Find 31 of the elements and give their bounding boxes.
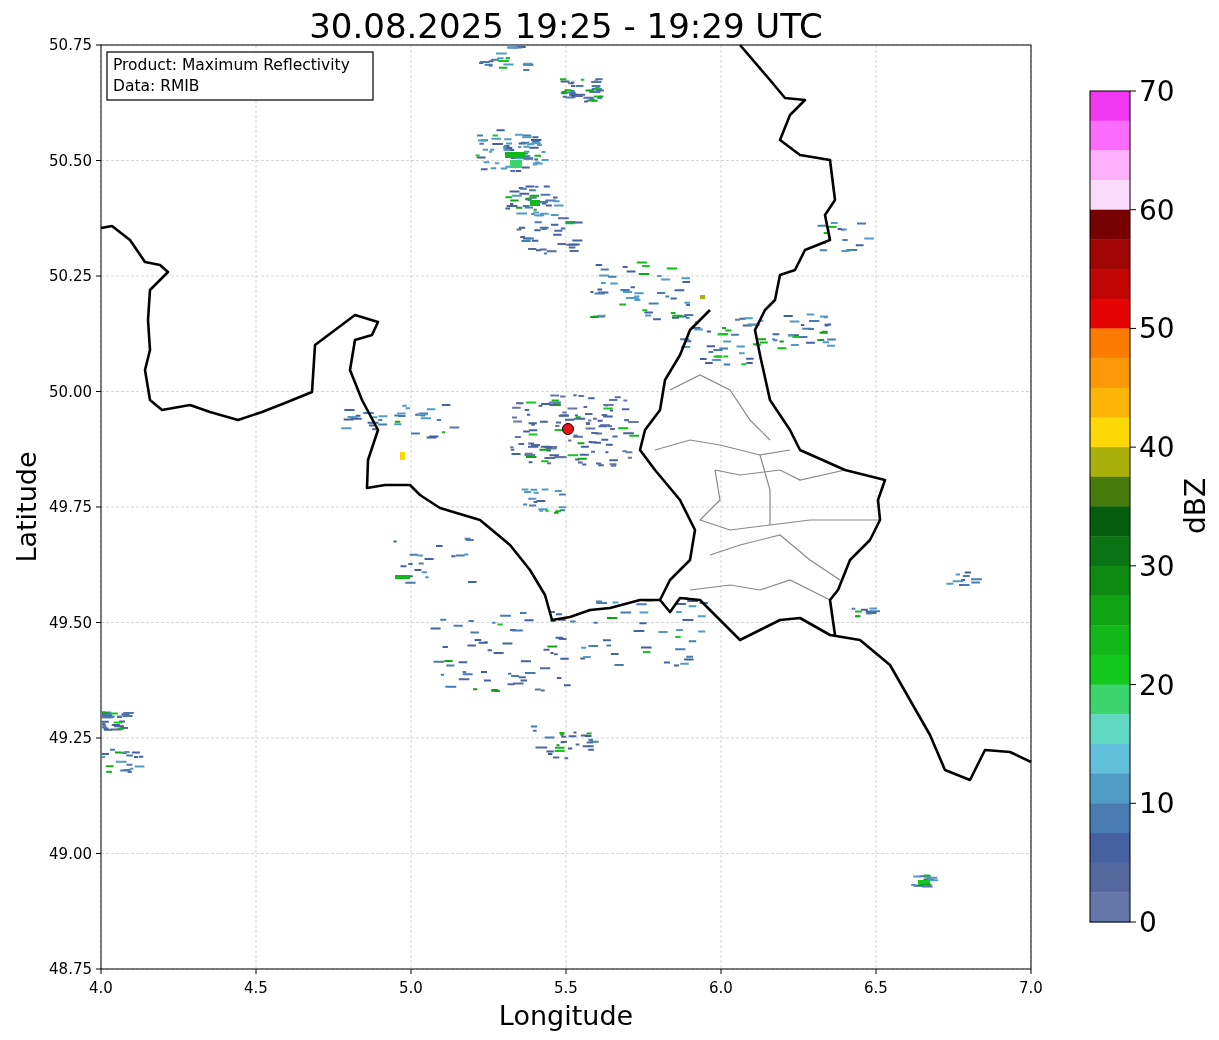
legend-text: Data: RMIB [113,77,200,95]
colorbar-tick-label: 40 [1139,431,1175,465]
axis-label: Latitude [11,451,42,563]
colorbar-tick-label: 60 [1139,193,1175,227]
tick-label: 7.0 [1019,979,1043,997]
tick-label: 6.0 [709,979,733,997]
tick-label: 4.0 [89,979,113,997]
radar-site-marker [562,423,574,435]
chart-title: 30.08.2025 19:25 - 19:29 UTC [309,6,823,46]
colorbar-tick-label: 0 [1139,906,1157,939]
colorbar-tick-label: 10 [1139,787,1175,821]
legend-text: Product: Maximum Reflectivity [113,56,350,74]
colorbar-tick-label: 50 [1139,312,1175,346]
tick-label: 5.0 [399,979,423,997]
axis-label: Longitude [498,1000,634,1031]
tick-label: 49.50 [49,613,92,632]
colorbar-label: dBZ [1179,477,1212,535]
tick-label: 49.00 [49,844,92,863]
colorbar-tick-label: 30 [1139,549,1175,583]
tick-label: 50.50 [49,151,92,170]
tick-label: 48.75 [49,960,92,978]
colorbar-tick-label: 20 [1139,668,1175,702]
tick-label: 49.25 [49,729,92,747]
tick-label: 6.5 [864,979,888,997]
tick-label: 5.5 [554,979,578,997]
tick-label: 50.25 [49,267,92,285]
tick-label: 50.75 [49,36,92,54]
tick-label: 50.00 [49,382,92,401]
tick-label: 49.75 [49,498,92,516]
colorbar-tick-label: 70 [1139,75,1175,108]
tick-label: 4.5 [244,979,268,997]
